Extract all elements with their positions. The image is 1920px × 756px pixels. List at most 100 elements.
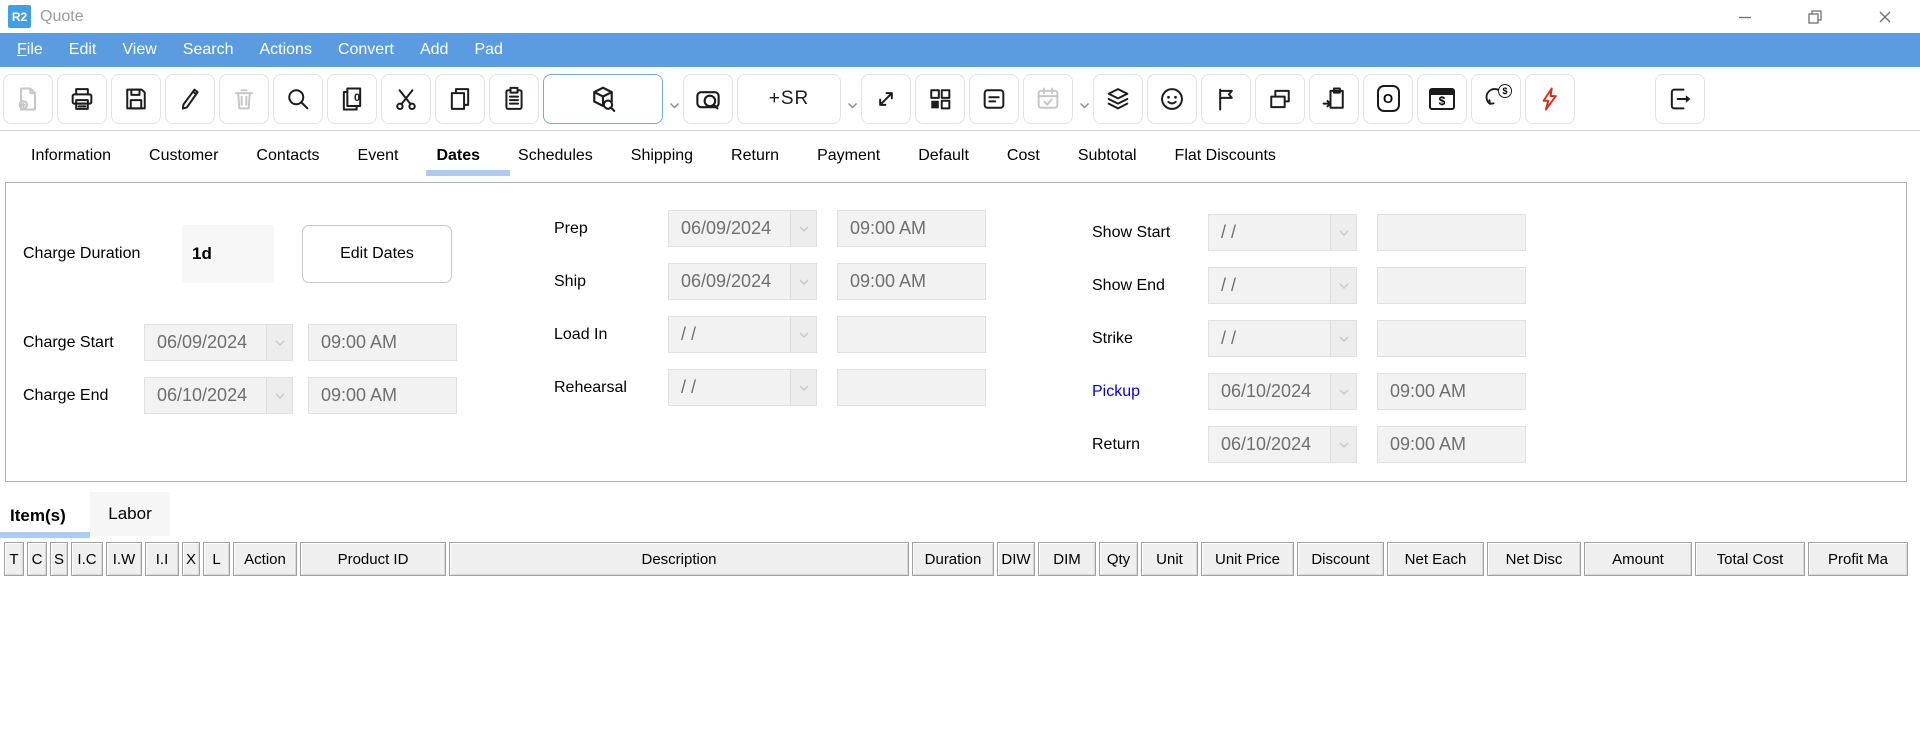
field-label-pickup[interactable]: Pickup (1092, 383, 1208, 401)
date-field[interactable]: 06/09/2024 (668, 210, 817, 247)
date-field[interactable]: / / (1208, 267, 1357, 304)
tab-event[interactable]: Event (358, 131, 399, 181)
date-field[interactable]: / / (1208, 214, 1357, 251)
column-header-c[interactable]: C (27, 542, 47, 576)
tab-cost[interactable]: Cost (1007, 131, 1040, 181)
date-field[interactable]: 06/09/2024 (668, 263, 817, 300)
date-dropdown-button[interactable] (1330, 268, 1356, 303)
column-header-net-each[interactable]: Net Each (1387, 542, 1484, 576)
time-field[interactable]: 09:00 AM (1377, 426, 1526, 463)
layout-grid-button[interactable] (915, 74, 965, 124)
column-header-amount[interactable]: Amount (1584, 542, 1692, 576)
tab-customer[interactable]: Customer (149, 131, 218, 181)
date-field[interactable]: / / (668, 369, 817, 406)
column-header-x[interactable]: X (182, 542, 200, 576)
time-field[interactable] (837, 369, 986, 406)
menu-item-search[interactable]: Search (170, 41, 247, 59)
column-header-l[interactable]: L (203, 542, 230, 576)
date-dropdown-button[interactable] (790, 211, 816, 246)
menu-item-actions[interactable]: Actions (246, 41, 324, 59)
receive-box-button[interactable] (1309, 74, 1359, 124)
search-button[interactable] (273, 74, 323, 124)
column-header-i-w[interactable]: I.W (106, 542, 142, 576)
close-button[interactable] (1850, 0, 1920, 33)
tab-contacts[interactable]: Contacts (256, 131, 319, 181)
time-field[interactable]: 09:00 AM (308, 377, 457, 414)
calendar-button[interactable] (1023, 74, 1073, 124)
date-field[interactable]: / / (668, 316, 817, 353)
date-field[interactable]: 06/10/2024 (144, 377, 293, 414)
tab-dates[interactable]: Dates (436, 131, 480, 181)
invoice-button[interactable]: $ (1417, 74, 1467, 124)
quick-find-button[interactable] (683, 74, 733, 124)
tab-shipping[interactable]: Shipping (631, 131, 693, 181)
cut-button[interactable] (381, 74, 431, 124)
delete-button[interactable] (219, 74, 269, 124)
product-search-button[interactable] (543, 74, 663, 124)
calendar-dropdown[interactable] (1077, 74, 1091, 124)
copy-button[interactable] (435, 74, 485, 124)
tab-default[interactable]: Default (918, 131, 969, 181)
menu-item-pad[interactable]: Pad (461, 41, 515, 59)
tab-payment[interactable]: Payment (817, 131, 880, 181)
charge-duration-value[interactable]: 1d (182, 225, 274, 283)
date-dropdown-button[interactable] (1330, 427, 1356, 462)
tab-return[interactable]: Return (731, 131, 779, 181)
edit-button[interactable] (165, 74, 215, 124)
column-header-profit-ma[interactable]: Profit Ma (1808, 542, 1908, 576)
column-header-discount[interactable]: Discount (1297, 542, 1384, 576)
column-header-unit[interactable]: Unit (1141, 542, 1198, 576)
print-button[interactable] (57, 74, 107, 124)
menu-item-file[interactable]: File (4, 41, 56, 59)
time-field[interactable] (1377, 320, 1526, 357)
flag-button[interactable] (1201, 74, 1251, 124)
date-field[interactable]: 06/10/2024 (1208, 373, 1357, 410)
transfer-button[interactable] (1255, 74, 1305, 124)
items-tab-labor[interactable]: Labor (90, 492, 170, 536)
paste-button[interactable] (489, 74, 539, 124)
column-header-s[interactable]: S (50, 542, 68, 576)
column-header-description[interactable]: Description (449, 542, 909, 576)
menu-item-edit[interactable]: Edit (56, 41, 110, 59)
time-field[interactable] (1377, 214, 1526, 251)
time-field[interactable]: 09:00 AM (837, 263, 986, 300)
tab-schedules[interactable]: Schedules (518, 131, 593, 181)
column-header-duration[interactable]: Duration (912, 542, 994, 576)
menu-item-convert[interactable]: Convert (325, 41, 407, 59)
date-field[interactable]: 06/10/2024 (1208, 426, 1357, 463)
new-quote-button[interactable] (3, 74, 53, 124)
date-dropdown-button[interactable] (266, 325, 292, 360)
billing-cycle-button[interactable]: $ (1471, 74, 1521, 124)
items-table-body[interactable] (4, 579, 1913, 752)
exit-button[interactable] (1655, 74, 1705, 124)
menu-item-add[interactable]: Add (407, 41, 461, 59)
date-dropdown-button[interactable] (1330, 374, 1356, 409)
time-field[interactable]: 09:00 AM (308, 324, 457, 361)
column-header-dim[interactable]: DIM (1038, 542, 1096, 576)
save-button[interactable] (111, 74, 161, 124)
date-dropdown-button[interactable] (790, 370, 816, 405)
minimize-button[interactable] (1710, 0, 1780, 33)
column-header-total-cost[interactable]: Total Cost (1695, 542, 1805, 576)
column-header-diw[interactable]: DIW (997, 542, 1035, 576)
tab-information[interactable]: Information (31, 131, 111, 181)
time-field[interactable]: 09:00 AM (837, 210, 986, 247)
date-field[interactable]: / / (1208, 320, 1357, 357)
zero-items-button[interactable]: O (1363, 74, 1413, 124)
items-tab-item-s[interactable]: Item(s) (0, 492, 90, 540)
date-dropdown-button[interactable] (1330, 321, 1356, 356)
quick-action-button[interactable] (1525, 74, 1575, 124)
tab-flat-discounts[interactable]: Flat Discounts (1175, 131, 1276, 181)
restore-button[interactable] (1780, 0, 1850, 33)
column-header-t[interactable]: T (4, 542, 24, 576)
column-header-i-c[interactable]: I.C (71, 542, 103, 576)
add-sr-button[interactable]: +SR (737, 74, 841, 124)
product-search-dropdown[interactable] (667, 74, 681, 124)
edit-dates-button[interactable]: Edit Dates (302, 225, 452, 283)
tab-subtotal[interactable]: Subtotal (1078, 131, 1137, 181)
time-field[interactable]: 09:00 AM (1377, 373, 1526, 410)
date-dropdown-button[interactable] (790, 317, 816, 352)
paste-count-button[interactable]: 0 (327, 74, 377, 124)
add-sr-dropdown[interactable] (845, 74, 859, 124)
notes-button[interactable] (969, 74, 1019, 124)
